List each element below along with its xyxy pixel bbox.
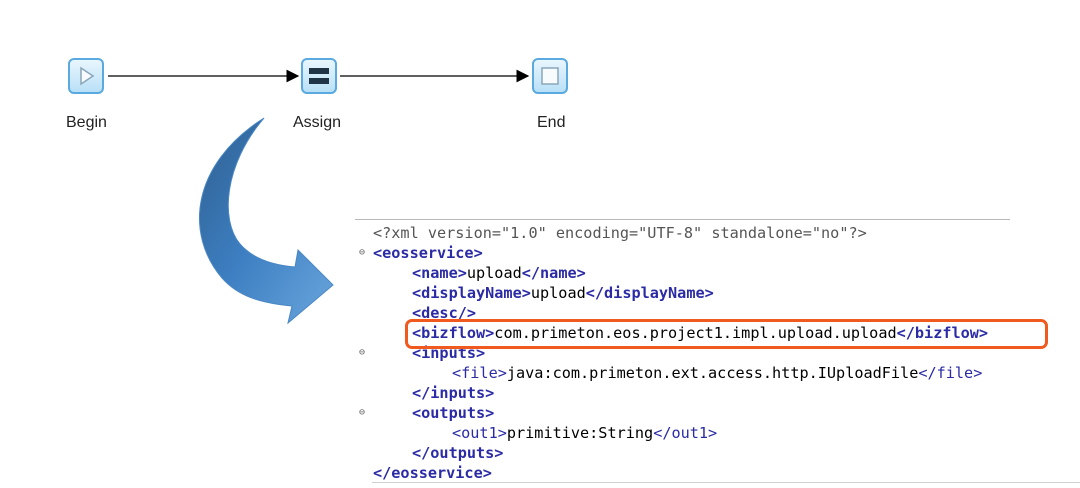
xml-line-eosservice-open: <eosservice> <box>373 244 483 262</box>
xml-code-panel: <?xml version="1.0" encoding="UTF-8" sta… <box>355 219 1010 488</box>
bizflow-highlight-box <box>405 319 1048 349</box>
fold-marker-icon[interactable]: ⊖ <box>357 243 367 263</box>
xml-line-eosservice-close: </eosservice> <box>373 464 492 482</box>
xml-line-outputs-open: <outputs> <box>412 404 495 422</box>
xml-line-displayname: <displayName>upload</displayName> <box>412 284 714 302</box>
fold-marker-icon[interactable]: ⊖ <box>357 343 367 363</box>
xml-line-out1: <out1>primitive:String</out1> <box>452 424 718 442</box>
xml-line-inputs-close: </inputs> <box>412 384 495 402</box>
panel-bottom-divider <box>372 482 1080 483</box>
fold-marker-icon[interactable]: ⊖ <box>357 403 367 423</box>
xml-line-name: <name>upload</name> <box>412 264 586 282</box>
xml-line-file: <file>java:com.primeton.ext.access.http.… <box>452 364 983 382</box>
xml-declaration: <?xml version="1.0" encoding="UTF-8" sta… <box>373 224 867 242</box>
xml-line-outputs-close: </outputs> <box>412 444 504 462</box>
